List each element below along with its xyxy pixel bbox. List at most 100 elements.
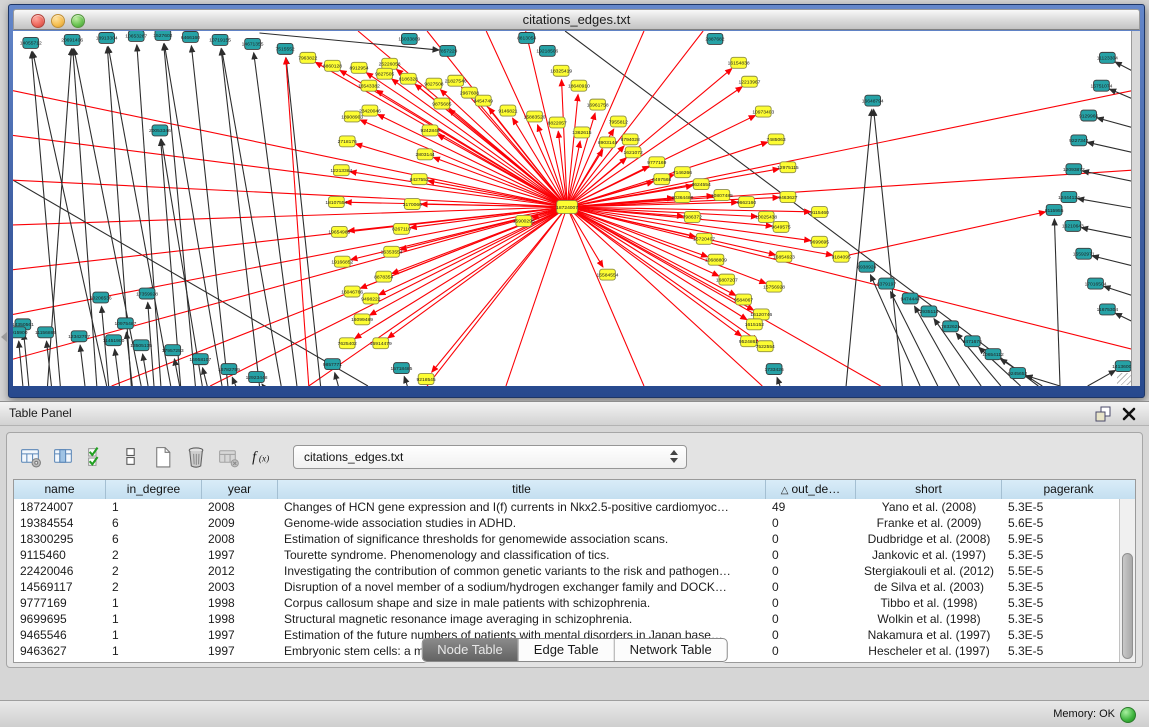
graph-node[interactable]: 12342757 [68, 331, 90, 342]
graph-node[interactable]: 14055712 [20, 37, 42, 48]
graph-node[interactable]: 18325419 [550, 65, 572, 76]
graph-node[interactable]: 15751074 [1090, 80, 1112, 91]
graph-node[interactable]: 15900295 [513, 215, 535, 226]
tab-edge-table[interactable]: Edge Table [518, 639, 614, 661]
graph-node[interactable]: 12444124 [1058, 192, 1080, 203]
graph-node[interactable]: 19218506 [536, 45, 558, 56]
graph-node[interactable]: 8115955 [1045, 205, 1064, 216]
graph-node[interactable]: 7522554 [756, 341, 775, 352]
graph-node[interactable]: 17016504 [1085, 278, 1107, 289]
graph-node[interactable]: 19166852 [331, 256, 353, 267]
graph-node[interactable]: 8454749 [474, 95, 493, 106]
window-titlebar[interactable]: citations_edges.txt [13, 9, 1140, 30]
table-row[interactable]: 969969511998Structural magnetic resonanc… [14, 611, 1120, 627]
graph-node[interactable]: 18724007 [556, 201, 578, 214]
minimize-window-button[interactable] [51, 14, 65, 28]
graph-node[interactable]: 12213384 [330, 165, 352, 176]
graph-node[interactable]: 9875685 [432, 98, 451, 109]
table-selector-dropdown[interactable]: citations_edges.txt [293, 445, 687, 469]
graph-node[interactable]: 9146821 [498, 105, 517, 116]
column-header-in_degree[interactable]: in_degree [106, 480, 202, 499]
graph-node[interactable]: 2803144 [416, 149, 435, 160]
tab-node-table[interactable]: Node Table [422, 639, 518, 661]
table-row[interactable]: 1938455462009Genome-wide association stu… [14, 515, 1120, 531]
graph-node[interactable]: 7485063 [767, 134, 786, 145]
graph-node[interactable]: 17359928 [136, 288, 158, 299]
table-row[interactable]: 1872400712008Changes of HCN gene express… [14, 499, 1120, 515]
graph-node[interactable]: 1362615 [572, 127, 591, 138]
graph-node[interactable]: 9218545 [417, 374, 436, 385]
graph-node[interactable]: 16046766 [341, 286, 363, 297]
graph-node[interactable]: 2718176 [338, 136, 357, 147]
graph-node[interactable]: 9184095 [832, 251, 851, 262]
graph-node[interactable]: 8938924 [857, 261, 876, 272]
graph-node[interactable]: 16099489 [351, 314, 373, 325]
graph-node[interactable]: 7515552 [276, 43, 295, 54]
column-header-pagerank[interactable]: pagerank [1002, 480, 1135, 499]
graph-node[interactable]: 7625402 [338, 338, 357, 349]
graph-node[interactable]: 2887682 [705, 33, 724, 44]
graph-node[interactable]: 14136000 [1112, 361, 1132, 372]
graph-node[interactable]: 8186328 [399, 73, 418, 84]
graph-node[interactable]: 9245652 [1008, 368, 1027, 379]
table-scrollbar[interactable] [1119, 499, 1135, 662]
graph-node[interactable]: 7986372 [683, 211, 702, 222]
graph-node[interactable]: 20206536 [90, 292, 112, 303]
graph-node[interactable]: 14671355 [242, 38, 264, 49]
graph-node[interactable]: 16782759 [218, 364, 240, 375]
graph-node[interactable]: 10025438 [755, 211, 777, 222]
row-select-button[interactable] [81, 442, 111, 470]
graph-node[interactable]: 8912954 [349, 62, 368, 73]
graph-node[interactable]: 16210643 [1062, 220, 1084, 231]
graph-node[interactable]: 7832621 [941, 321, 960, 332]
graph-node[interactable]: 10688809 [705, 254, 727, 265]
graph-node[interactable]: 13505135 [130, 340, 152, 351]
graph-node[interactable]: 9227343 [1069, 135, 1088, 146]
graph-node[interactable]: 15720407 [693, 233, 715, 244]
graph-node[interactable]: 9649575 [771, 221, 790, 232]
graph-node[interactable]: 11675304 [1097, 304, 1119, 315]
graph-node[interactable]: 9463627 [778, 192, 797, 203]
column-header-title[interactable]: title [278, 480, 766, 499]
graph-node[interactable]: 16353554 [381, 246, 403, 257]
graph-node[interactable]: 16543382 [358, 80, 380, 91]
graph-node[interactable]: 1733426 [765, 364, 784, 375]
graph-node[interactable]: 1621072 [624, 147, 643, 158]
graph-node[interactable]: 17957253 [162, 345, 184, 356]
graph-node[interactable]: 18913304 [96, 32, 118, 43]
graph-node[interactable]: 9827505 [375, 68, 394, 79]
graph-node[interactable]: 10719155 [209, 34, 231, 45]
graph-node[interactable]: 20364486 [671, 192, 693, 203]
graph-node[interactable]: 20691406 [61, 34, 83, 45]
table-row[interactable]: 1456911722003Disruption of a novel membe… [14, 579, 1120, 595]
graph-node[interactable]: 9857771 [323, 359, 342, 370]
table-scrollbar-thumb[interactable] [1122, 553, 1133, 659]
column-header-out_de[interactable]: △out_de… [766, 480, 856, 499]
graph-node[interactable]: 8860128 [323, 60, 342, 71]
graph-node[interactable]: 16807207 [716, 274, 738, 285]
graph-node[interactable]: 11123304 [1097, 52, 1118, 63]
graph-node[interactable]: 15584554 [597, 269, 619, 280]
graph-node[interactable]: 15592971 [1073, 248, 1095, 259]
graph-node[interactable]: 9242848 [420, 125, 439, 136]
graph-node[interactable]: 1615152 [745, 319, 764, 330]
graph-node[interactable]: 8822057 [548, 117, 567, 128]
graph-node[interactable]: 8471676 [963, 336, 982, 347]
rows-button[interactable] [114, 442, 144, 470]
graph-node[interactable]: 3170066 [403, 199, 422, 210]
collapsed-panel-handle-icon[interactable] [1, 332, 7, 342]
graph-node[interactable]: 21827546 [445, 75, 467, 86]
graph-node[interactable]: 9498222 [361, 293, 380, 304]
graph-node[interactable]: 9662160 [737, 197, 756, 208]
close-panel-icon[interactable] [1119, 404, 1139, 424]
graph-node[interactable]: 7146266 [673, 167, 692, 178]
graph-node[interactable]: 25226058 [379, 58, 401, 69]
column-header-year[interactable]: year [202, 480, 278, 499]
graph-node[interactable]: 16648794 [862, 95, 884, 106]
graph-node[interactable]: 9474444 [901, 293, 920, 304]
network-graph[interactable]: 1405571220691406189133041065328715276026… [13, 31, 1132, 386]
graph-node[interactable]: 11451900 [103, 335, 125, 346]
table-row[interactable]: 1830029562008Estimation of significance … [14, 531, 1120, 547]
graph-node[interactable]: 6466160 [181, 31, 200, 42]
column-header-short[interactable]: short [856, 480, 1002, 499]
